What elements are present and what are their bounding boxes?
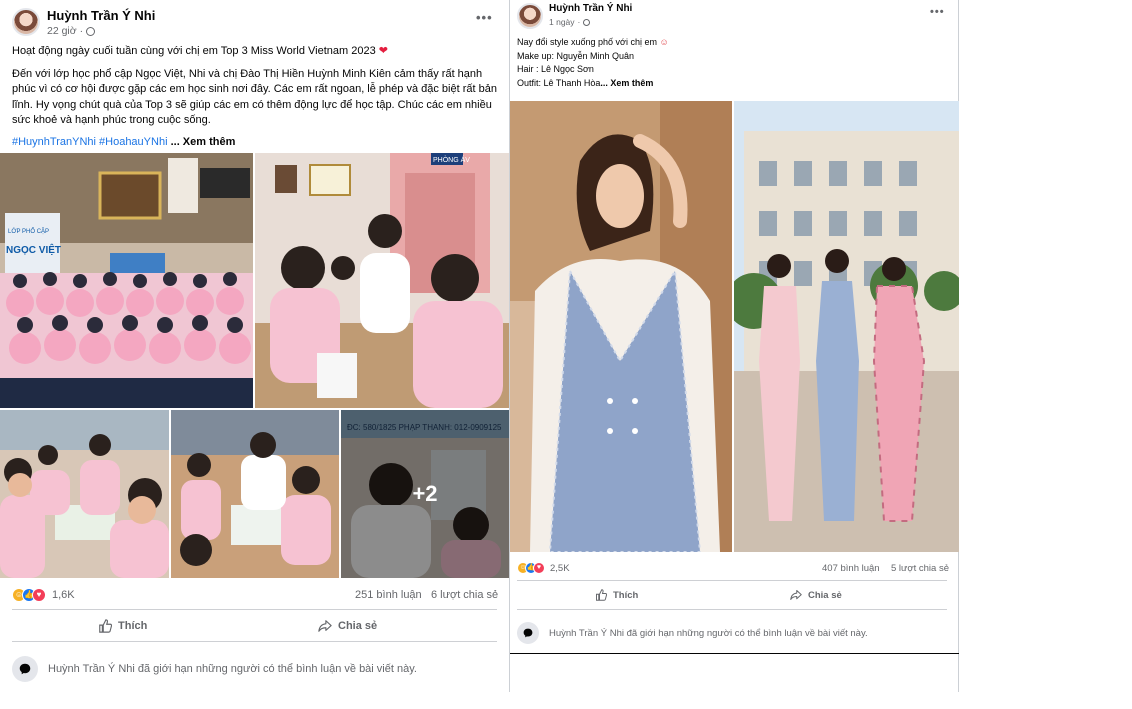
- divider: [12, 641, 497, 642]
- see-more-link[interactable]: ... Xem thêm: [171, 136, 236, 148]
- more-options-icon[interactable]: •••: [930, 6, 945, 18]
- share-button[interactable]: Chia sẻ: [318, 619, 377, 633]
- more-photos-overlay[interactable]: +2: [341, 410, 509, 578]
- hair-credit: Hair : Lê Ngọc Sơn: [517, 64, 594, 74]
- separator-dot: ·: [79, 25, 84, 37]
- like-label: Thích: [613, 589, 639, 601]
- photo-1[interactable]: [510, 101, 732, 552]
- globe-icon: [86, 26, 96, 36]
- author-name[interactable]: Huỳnh Trần Ý Nhi: [47, 8, 155, 23]
- post-timestamp[interactable]: 22 giờ: [47, 25, 77, 37]
- comment-count[interactable]: 407 bình luận: [822, 563, 880, 574]
- comment-bubble-icon: [517, 622, 539, 644]
- post-meta: 22 giờ ·: [47, 25, 96, 37]
- globe-icon: [583, 18, 591, 26]
- share-arrow-icon: [318, 620, 332, 632]
- share-button[interactable]: Chia sẻ: [790, 589, 842, 601]
- post-text: Hoạt động ngày cuối tuần cùng với chị em…: [12, 44, 498, 151]
- banner-text: LỚP PHỔ CẬP: [8, 228, 49, 235]
- outfit-credit-line: Outfit: Lê Thanh Hòa... Xem thêm: [517, 77, 654, 88]
- reaction-summary[interactable]: ☺ 👍 ♥ 1,6K: [12, 588, 75, 602]
- more-photos-count: +2: [412, 481, 438, 506]
- thumbs-up-icon: [596, 589, 607, 601]
- post-text: Nay đổi style xuống phố với chị em ☺ Mak…: [517, 36, 947, 90]
- notice-text: Huỳnh Trần Ý Nhi đã giới hạn những người…: [48, 663, 417, 675]
- reaction-summary[interactable]: ☺ 👍 ♥ 2,5K: [517, 562, 570, 574]
- banner-text: NGỌC VIỆT: [6, 243, 61, 256]
- post-title-line: Hoạt động ngày cuối tuần cùng với chị em…: [12, 45, 388, 57]
- separator-dot: ·: [577, 17, 581, 27]
- bottom-border: [510, 653, 959, 654]
- photo-2[interactable]: [734, 101, 959, 552]
- divider: [12, 609, 497, 610]
- post-timestamp[interactable]: 1 ngày: [549, 17, 575, 27]
- post-caption: Nay đổi style xuống phố với chị em ☺: [517, 37, 669, 47]
- share-label: Chia sẻ: [338, 620, 378, 632]
- love-reaction-icon: ♥: [32, 588, 46, 602]
- comment-restriction-notice: Huỳnh Trần Ý Nhi đã giới hạn những người…: [517, 622, 868, 644]
- reaction-count[interactable]: 2,5K: [550, 563, 570, 574]
- share-arrow-icon: [790, 590, 802, 600]
- divider: [517, 609, 947, 610]
- post-meta: 1 ngày ·: [549, 17, 591, 27]
- photo-5[interactable]: ĐC: 580/1825 PHẠP THANH: 012-0909125 +2: [341, 410, 509, 578]
- see-more-link[interactable]: ... Xem thêm: [600, 78, 653, 88]
- notice-text: Huỳnh Trần Ý Nhi đã giới hạn những người…: [549, 627, 868, 639]
- heart-emoji: ❤: [378, 45, 388, 57]
- share-count[interactable]: 5 lượt chia sẻ: [891, 563, 949, 574]
- share-label: Chia sẻ: [808, 589, 842, 601]
- author-avatar[interactable]: [517, 3, 543, 29]
- author-avatar[interactable]: [12, 8, 40, 36]
- author-name[interactable]: Huỳnh Trần Ý Nhi: [549, 3, 632, 14]
- divider: [517, 580, 947, 581]
- photo-4[interactable]: [171, 410, 339, 578]
- smiling-hearts-emoji: ☺: [659, 37, 669, 47]
- like-button[interactable]: Thích: [98, 619, 147, 633]
- share-count[interactable]: 6 lượt chia sẻ: [431, 589, 498, 601]
- post-card-2: Huỳnh Trần Ý Nhi 1 ngày · ••• Nay đổi st…: [509, 0, 959, 692]
- comment-bubble-icon: [12, 656, 38, 682]
- like-label: Thích: [118, 620, 148, 632]
- thumbs-up-icon: [99, 619, 112, 633]
- reaction-count[interactable]: 1,6K: [52, 589, 75, 601]
- photo-2[interactable]: PHÒNG ÁV: [255, 153, 509, 408]
- hashtag-links[interactable]: #HuynhTranYNhi #HoahauYNhi: [12, 136, 168, 148]
- door-sign: PHÒNG ÁV: [433, 155, 470, 164]
- comment-restriction-notice: Huỳnh Trần Ý Nhi đã giới hạn những người…: [12, 656, 417, 682]
- makeup-credit: Make up: Nguyễn Minh Quân: [517, 50, 635, 61]
- more-options-icon[interactable]: •••: [476, 10, 493, 25]
- like-button[interactable]: Thích: [595, 589, 638, 601]
- love-reaction-icon: ♥: [533, 562, 545, 574]
- comment-count[interactable]: 251 bình luận: [355, 589, 422, 601]
- post-hashtags-line: #HuynhTranYNhi #HoahauYNhi ... Xem thêm: [12, 135, 498, 151]
- photo-1[interactable]: LỚP PHỔ CẬP NGỌC VIỆT: [0, 153, 253, 408]
- photo-3[interactable]: [0, 410, 169, 578]
- post-card-1: Huỳnh Trần Ý Nhi 22 giờ · ••• Hoạt động …: [0, 0, 509, 709]
- post-body: Đến với lớp học phổ cập Ngọc Việt, Nhi v…: [12, 67, 497, 127]
